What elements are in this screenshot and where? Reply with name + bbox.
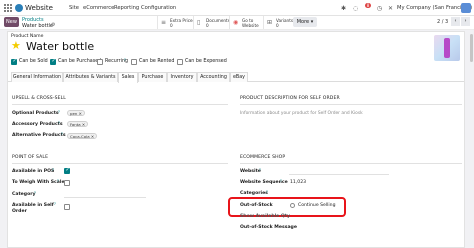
- chat-icon[interactable]: ◌: [352, 5, 359, 12]
- tab-sales[interactable]: Sales: [118, 72, 138, 83]
- pager-previous-button[interactable]: ‹: [451, 17, 460, 26]
- divider: [240, 163, 462, 164]
- accessory-products-label: Accessory Products: [12, 122, 63, 127]
- website-label: Website: [240, 169, 261, 174]
- more-label: More: [296, 19, 310, 25]
- out-of-stock-message-label: Out-of-Stock Message: [240, 225, 297, 230]
- divider: [240, 104, 462, 105]
- help-icon[interactable]: ?: [61, 132, 63, 136]
- self-order-section-title: PRODUCT DESCRIPTION FOR SELF ORDER: [240, 96, 340, 101]
- stat-label: Extra Prices: [170, 17, 195, 23]
- star-icon[interactable]: ★: [11, 40, 21, 51]
- stat-value: 0: [276, 22, 279, 28]
- globe-icon: ◉: [233, 19, 239, 26]
- help-icon[interactable]: ?: [259, 168, 261, 172]
- can-be-purchased-checkbox[interactable]: [50, 58, 56, 65]
- help-icon[interactable]: ?: [52, 168, 54, 172]
- category-label: Category: [12, 192, 36, 197]
- scrollbar-thumb[interactable]: [470, 34, 473, 62]
- accessory-product-tag[interactable]: Fanta ✕: [67, 121, 89, 127]
- new-button[interactable]: New: [4, 17, 19, 27]
- go-to-website-button[interactable]: ◉ Go to Website: [229, 16, 261, 29]
- available-in-self-order-checkbox[interactable]: [64, 204, 70, 210]
- user-avatar[interactable]: [461, 3, 471, 13]
- upsell-section-title: UPSELL & CROSS-SELL: [12, 96, 66, 101]
- alternative-products-label: Alternative Products: [12, 133, 66, 138]
- available-in-pos-label: Available in POS: [12, 169, 55, 174]
- divider: [12, 163, 228, 164]
- alternative-product-tag[interactable]: Coca-Cola ✕: [67, 133, 98, 139]
- can-be-rented-checkbox[interactable]: [131, 59, 137, 65]
- tab-general-information[interactable]: General Information: [11, 72, 63, 82]
- can-be-expensed-label: Can be Expensed: [185, 59, 227, 64]
- help-icon[interactable]: ?: [34, 191, 36, 195]
- website-app-icon: [15, 4, 23, 12]
- ecommerce-section-title: ECOMMERCE SHOP: [240, 155, 286, 160]
- clock-icon[interactable]: ◷: [376, 5, 383, 12]
- can-be-sold-checkbox[interactable]: [11, 58, 17, 65]
- file-icon: ▯: [197, 19, 201, 26]
- help-icon[interactable]: ?: [58, 110, 60, 114]
- tab-ebay[interactable]: eBay: [230, 72, 248, 82]
- variants-button[interactable]: ⊞ Variants 0: [263, 16, 293, 29]
- can-be-expensed-checkbox[interactable]: [177, 59, 183, 65]
- menu-ecommerce[interactable]: eCommerce: [83, 5, 114, 11]
- category-input[interactable]: [64, 197, 146, 198]
- pager-next-button[interactable]: ›: [461, 17, 470, 26]
- can-be-sold-label: Can be Sold: [19, 59, 48, 64]
- optional-product-tag[interactable]: pen ✕: [67, 110, 85, 116]
- to-weigh-with-scale-checkbox[interactable]: [64, 180, 70, 186]
- show-available-qty-label: Show Available Qty: [240, 214, 290, 219]
- divider: [12, 104, 228, 105]
- bug-icon[interactable]: ✱: [340, 5, 347, 12]
- breadcrumb-current: Water bottle: [22, 22, 53, 29]
- website-input[interactable]: [289, 174, 389, 175]
- menu-configuration[interactable]: Configuration: [141, 5, 176, 11]
- stat-label: Documents: [206, 17, 230, 23]
- notification-badge: 8: [365, 3, 371, 8]
- tab-accounting[interactable]: Accounting: [197, 72, 230, 82]
- gear-icon[interactable]: ⚙: [51, 22, 55, 28]
- menu-reporting[interactable]: Reporting: [114, 5, 139, 11]
- menu-site[interactable]: Site: [69, 5, 79, 11]
- available-in-self-order-label-line2: Order: [12, 209, 27, 214]
- available-in-self-order-label: Available in Self: [12, 203, 54, 208]
- help-icon[interactable]: ?: [280, 179, 282, 183]
- help-icon[interactable]: ?: [54, 202, 56, 206]
- stat-value: 0: [206, 22, 209, 28]
- stat-value: Website: [242, 22, 259, 28]
- can-be-rented-label: Can be Rented: [139, 59, 175, 64]
- product-image[interactable]: [434, 35, 460, 61]
- stat-value: 0: [170, 22, 173, 28]
- help-icon[interactable]: ?: [266, 190, 268, 194]
- extra-prices-button[interactable]: ≡ Extra Prices 0: [157, 16, 195, 29]
- tab-purchase[interactable]: Purchase: [138, 72, 167, 82]
- documents-button[interactable]: ▯ Documents 0: [193, 16, 230, 29]
- settings-icon[interactable]: ✕: [387, 5, 394, 12]
- pos-section-title: POINT OF SALE: [12, 155, 49, 160]
- categories-label: Categories: [240, 191, 268, 196]
- tab-inventory[interactable]: Inventory: [167, 72, 197, 82]
- pager-value[interactable]: 2 / 3: [437, 19, 448, 25]
- help-icon[interactable]: ?: [124, 58, 126, 62]
- app-launcher-icon[interactable]: [4, 4, 12, 12]
- website-sequence-input[interactable]: 11,023: [290, 180, 306, 185]
- scrollbar-track[interactable]: [470, 31, 473, 248]
- product-name-input[interactable]: Water bottle: [26, 40, 94, 53]
- sitemap-icon: ⊞: [267, 19, 273, 26]
- help-icon[interactable]: ?: [58, 121, 60, 125]
- available-in-pos-checkbox[interactable]: [64, 167, 70, 174]
- app-name[interactable]: Website: [25, 4, 53, 12]
- optional-products-label: Optional Products: [12, 111, 59, 116]
- more-button[interactable]: More ▾: [293, 17, 317, 27]
- tab-attributes-variants[interactable]: Attributes & Variants: [63, 72, 118, 82]
- self-order-description-input[interactable]: Information about your product for Self …: [240, 111, 363, 116]
- help-icon[interactable]: ?: [57, 179, 59, 183]
- tags-icon: ≡: [161, 19, 167, 26]
- recurring-checkbox[interactable]: [97, 59, 103, 65]
- can-be-purchased-label: Can be Purchased: [58, 59, 102, 64]
